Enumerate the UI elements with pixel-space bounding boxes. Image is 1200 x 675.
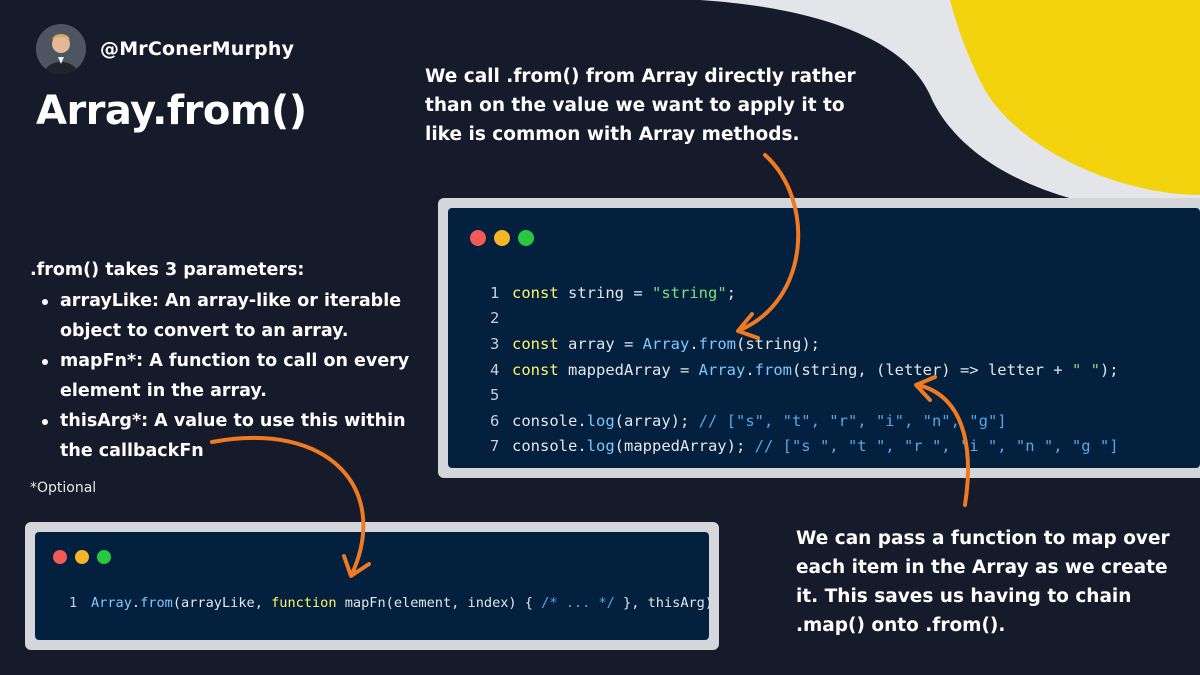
page-title: Array.from() — [36, 88, 307, 134]
code-editor: 1 const string = "string"; 2 3 const array =… — [448, 208, 1200, 468]
maximize-dot-icon — [97, 550, 111, 564]
code-token: const — [512, 283, 568, 302]
code-token: log — [586, 411, 615, 430]
code-token: // ["s ", "t ", "r ", "i ", "n ", "g "] — [754, 437, 1119, 456]
parameter-name: arrayLike — [60, 291, 152, 311]
code-token: string = — [568, 283, 652, 302]
code-line: 1 const string = "string"; — [490, 280, 1119, 306]
parameter-item: mapFn*: A function to call on every elem… — [30, 346, 430, 406]
code-token: from — [754, 360, 792, 379]
code-token: mappedArray = — [568, 360, 699, 379]
code-line: 2 — [490, 306, 1119, 332]
code-token: Array — [91, 594, 132, 611]
code-token: Array — [698, 360, 746, 379]
code-token: }, thisArg) — [614, 594, 714, 611]
code-token: "string" — [652, 283, 727, 302]
avatar-icon — [36, 24, 86, 74]
code-token: (array); — [614, 411, 699, 430]
code-token: console. — [512, 411, 587, 430]
code-token: . — [689, 334, 699, 353]
line-number: 1 — [69, 594, 78, 611]
code-token: // ["s", "t", "r", "i", "n", "g"] — [698, 411, 1007, 430]
author-header: @MrConerMurphy — [36, 24, 294, 74]
line-number: 7 — [490, 437, 500, 456]
code-line: 3 const array = Array. from (string); — [490, 331, 1119, 357]
line-number: 6 — [490, 411, 500, 430]
code-token: console. — [512, 437, 587, 456]
maximize-dot-icon — [518, 230, 534, 246]
window-controls — [470, 230, 534, 246]
code-token: (string, (letter) => letter + — [792, 360, 1072, 379]
code-line: 1 Array. from (arrayLike, function mapFn(el… — [69, 590, 713, 616]
code-token: " " — [1071, 360, 1100, 379]
author-handle: @MrConerMurphy — [100, 38, 295, 60]
code-lines: 1 Array. from (arrayLike, function mapFn(el… — [69, 590, 713, 616]
code-editor: 1 Array. from (arrayLike, function mapFn(el… — [35, 532, 713, 640]
code-token: ; — [726, 283, 736, 302]
optional-footnote: *Optional — [30, 480, 97, 496]
code-token: const — [512, 360, 568, 379]
window-controls — [53, 550, 111, 564]
code-line: 5 — [490, 382, 1119, 408]
bottom-annotation: We can pass a function to map over each … — [796, 528, 1170, 636]
parameters-section: .from() takes 3 parameters: arrayLike: A… — [30, 255, 430, 466]
code-token: (mappedArray); — [614, 437, 755, 456]
code-token: /* ... */ — [541, 594, 615, 611]
code-token: (string); — [736, 334, 820, 353]
code-line: 6 console. log (array); // ["s", "t", "r", … — [490, 408, 1119, 434]
close-dot-icon — [53, 550, 67, 564]
parameter-name: thisArg* — [60, 411, 142, 431]
code-token: (arrayLike, — [172, 594, 272, 611]
close-dot-icon — [470, 230, 486, 246]
code-token: from — [698, 334, 736, 353]
minimize-dot-icon — [494, 230, 510, 246]
code-token: const — [512, 334, 568, 353]
syntax-code-window: 1 Array. from (arrayLike, function mapFn(el… — [25, 522, 719, 650]
code-token: . — [745, 360, 755, 379]
parameter-item: thisArg*: A value to use this within the… — [30, 406, 430, 466]
code-token: log — [586, 437, 615, 456]
avatar — [36, 24, 86, 74]
line-number: 2 — [490, 309, 500, 328]
parameter-name: mapFn* — [60, 351, 137, 371]
code-token: mapFn(element, index) { — [344, 594, 542, 611]
code-token: Array — [642, 334, 690, 353]
line-number: 1 — [490, 283, 500, 302]
code-lines: 1 const string = "string"; 2 3 const array =… — [490, 280, 1119, 459]
top-annotation: We call .from() from Array directly rath… — [425, 66, 856, 145]
code-token: function — [271, 594, 345, 611]
parameter-item: arrayLike: An array-like or iterable obj… — [30, 286, 430, 346]
code-token: array = — [568, 334, 643, 353]
code-token: from — [140, 594, 173, 611]
parameters-intro: .from() takes 3 parameters: — [30, 260, 305, 280]
line-number: 5 — [490, 386, 500, 405]
parameters-list: arrayLike: An array-like or iterable obj… — [30, 286, 430, 466]
code-line: 4 const mappedArray = Array. from (string, … — [490, 357, 1119, 383]
main-code-window: 1 const string = "string"; 2 3 const array =… — [438, 198, 1200, 478]
line-number: 3 — [490, 334, 500, 353]
code-token: ); — [1099, 360, 1119, 379]
minimize-dot-icon — [75, 550, 89, 564]
line-number: 4 — [490, 360, 500, 379]
code-token: . — [131, 594, 141, 611]
code-line: 7 console. log (mappedArray); // ["s ", "t … — [490, 434, 1119, 460]
